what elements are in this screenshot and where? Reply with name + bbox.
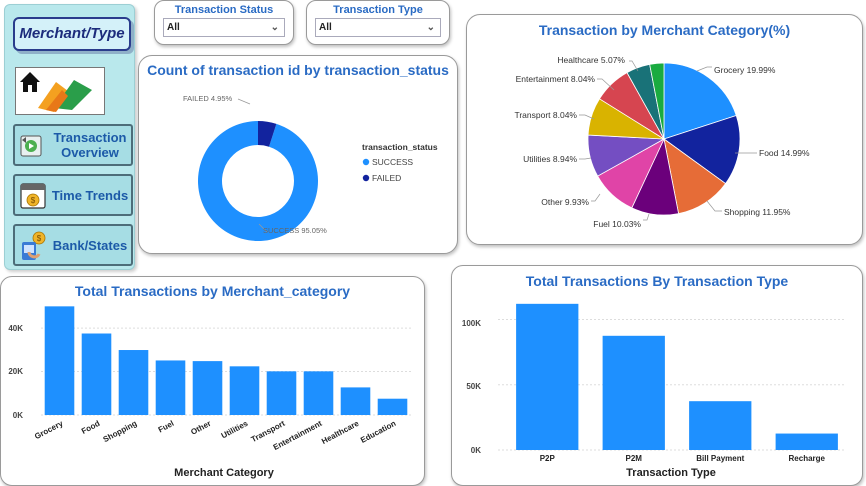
donut-legend-title: transaction_status: [362, 142, 438, 152]
merchant-bar-healthcare[interactable]: [340, 387, 371, 415]
type-xlabel: Transaction Type: [626, 467, 716, 479]
legend-marker-failed: [362, 174, 370, 182]
transaction-icon: [20, 135, 42, 157]
merchant-ytick-40k: 40K: [8, 324, 23, 333]
pie-label-shopping: Shopping 11.95%: [724, 207, 791, 217]
nav-time-trends[interactable]: $ Time Trends: [13, 174, 133, 216]
bank-icon: $: [22, 231, 46, 260]
merchant-xtick-shopping: Shopping: [102, 419, 139, 444]
pie-label-grocery: Grocery 19.99%: [714, 65, 776, 75]
merchant-xtick-education: Education: [359, 419, 397, 445]
type-ytick-50k: 50K: [466, 382, 481, 391]
type-dropdown[interactable]: All ⌄: [315, 18, 441, 37]
legend-failed: FAILED: [372, 173, 401, 183]
nav-label-transaction-overview: Transaction Overview: [53, 130, 127, 160]
type-bar-p2p[interactable]: [516, 303, 579, 450]
type-bar-card: Total Transactions By Transaction Type 1…: [451, 265, 863, 486]
type-xtick-p2p: P2P: [540, 454, 556, 463]
type-bar-recharge[interactable]: [775, 433, 838, 450]
nav-label-time-trends: Time Trends: [51, 187, 129, 203]
merchant-xtick-fuel: Fuel: [157, 419, 176, 435]
type-xtick-bill-payment: Bill Payment: [696, 454, 744, 463]
merchant-bar-entertainment[interactable]: [303, 371, 334, 415]
pie-label-transport: Transport 8.04%: [514, 110, 577, 120]
pie-label-other: Other 9.93%: [541, 197, 589, 207]
nav-bank-states[interactable]: $ Bank/States: [13, 224, 133, 266]
status-dropdown[interactable]: All ⌄: [163, 18, 285, 37]
merchant-bar-card: Total Transactions by Merchant_category …: [0, 276, 425, 486]
pie-label-entertainment: Entertainment 8.04%: [516, 74, 596, 84]
donut-success-label: SUCCESS 95.05%: [263, 226, 327, 235]
merchant-bar-fuel[interactable]: [155, 360, 186, 415]
legend-success: SUCCESS: [372, 157, 413, 167]
merchant-ytick-20k: 20K: [8, 367, 23, 376]
pie-label-healthcare: Healthcare 5.07%: [557, 55, 625, 65]
merchant-xtick-food: Food: [80, 419, 102, 436]
type-value: All: [319, 22, 332, 33]
merchant-xtick-utilities: Utilities: [220, 419, 250, 441]
merchant-bar-shopping[interactable]: [118, 350, 149, 415]
chevron-down-icon: ⌄: [426, 22, 435, 33]
merchant-bar-grocery[interactable]: [44, 306, 75, 415]
status-value: All: [167, 22, 180, 33]
pie-label-utilities: Utilities 8.94%: [523, 154, 577, 164]
pie-chart-card: Transaction by Merchant Category(%) Groc…: [466, 14, 863, 245]
sidebar: Merchant/Type Transaction Overview $ Tim…: [4, 4, 135, 270]
donut-failed-label: FAILED 4.95%: [183, 94, 233, 103]
nav-label-bank-states: Bank/States: [52, 237, 128, 253]
type-bar-p2m[interactable]: [602, 335, 665, 450]
merchant-bar-chart: 40K 20K 0K Grocery Food Shopping Fuel Other U…: [8, 306, 411, 479]
merchant-bar-transport[interactable]: [266, 371, 297, 415]
slicer-label-status: Transaction Status: [174, 4, 274, 16]
home-logo-icon: [20, 72, 92, 112]
legend-marker-success: [362, 158, 370, 166]
merchant-bar-food[interactable]: [81, 333, 112, 415]
merchant-bar-education[interactable]: [377, 398, 408, 415]
type-ytick-0k: 0K: [471, 446, 481, 455]
donut-chart: FAILED 4.95% SUCCESS 95.05% transaction_…: [183, 94, 438, 241]
calendar-icon: $: [20, 183, 46, 209]
slicer-label-type: Transaction Type: [333, 4, 423, 16]
nav-transaction-overview[interactable]: Transaction Overview: [13, 124, 133, 166]
svg-text:$: $: [37, 234, 42, 243]
merchant-type-button[interactable]: Merchant/Type: [13, 17, 131, 51]
pie-label-food: Food 14.99%: [759, 148, 810, 158]
merchant-xtick-other: Other: [189, 419, 212, 437]
type-xtick-recharge: Recharge: [789, 454, 826, 463]
merchant-bar-utilities[interactable]: [229, 366, 260, 415]
home-logo-button[interactable]: [15, 67, 105, 115]
merchant-ytick-0k: 0K: [13, 411, 23, 420]
type-xtick-p2m: P2M: [626, 454, 643, 463]
svg-text:$: $: [31, 196, 36, 205]
type-bar-bill-payment[interactable]: [689, 401, 752, 450]
merchant-xtick-healthcare: Healthcare: [320, 419, 361, 446]
pie-chart: Grocery 19.99% Food 14.99% Shopping 11.9…: [514, 55, 810, 229]
pie-label-fuel: Fuel 10.03%: [593, 219, 641, 229]
merchant-bar-other[interactable]: [192, 361, 223, 415]
donut-chart-card: Count of transaction id by transaction_s…: [138, 55, 458, 254]
merchant-xlabel: Merchant Category: [174, 467, 275, 479]
type-ytick-100k: 100K: [462, 319, 481, 328]
type-bar-chart: 100K 50K 0K P2P P2M Bill Payment Recharge T…: [462, 303, 844, 479]
transaction-type-slicer[interactable]: Transaction Type All ⌄: [306, 0, 450, 45]
chevron-down-icon: ⌄: [270, 22, 279, 33]
merchant-xtick-grocery: Grocery: [33, 419, 65, 442]
transaction-status-slicer[interactable]: Transaction Status All ⌄: [154, 0, 294, 45]
